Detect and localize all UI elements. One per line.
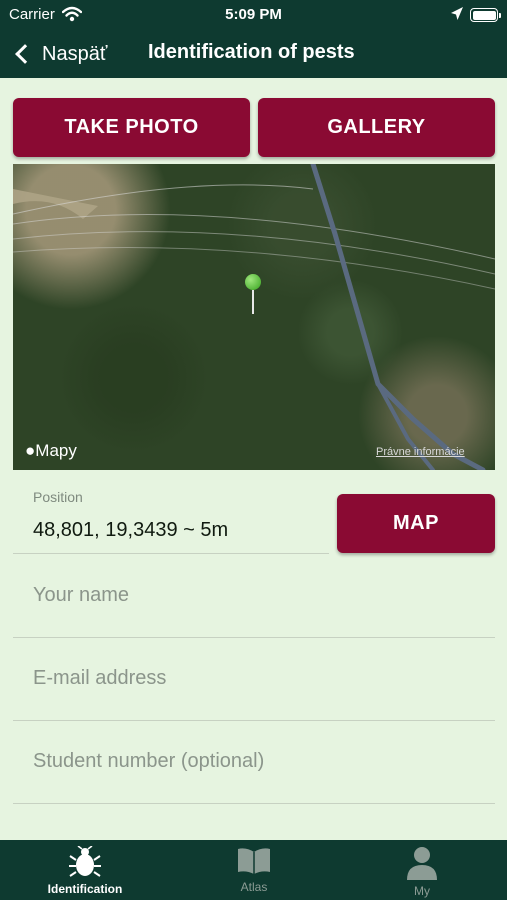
- apple-logo-icon: ●: [25, 441, 36, 460]
- location-arrow-icon: [451, 7, 463, 20]
- maps-logo-text: Mapy: [35, 441, 77, 460]
- tab-identification-label: Identification: [47, 882, 123, 896]
- back-label: Naspäť: [42, 42, 108, 65]
- book-icon: [238, 848, 270, 874]
- map-overlay: [13, 164, 495, 470]
- chevron-left-icon: [15, 44, 35, 64]
- take-photo-button[interactable]: TAKE PHOTO: [13, 98, 250, 157]
- email-field: [13, 637, 495, 721]
- status-time: 5:09 PM: [225, 6, 282, 23]
- maps-logo: ●Mapy: [25, 441, 77, 461]
- tab-atlas[interactable]: Atlas: [218, 840, 290, 900]
- student-number-field: [13, 720, 495, 804]
- back-button[interactable]: Naspäť: [12, 38, 107, 70]
- status-bar: Carrier 5:09 PM: [0, 0, 507, 30]
- name-field: [13, 554, 495, 638]
- beetle-icon: [69, 846, 101, 877]
- user-icon: [407, 847, 437, 880]
- name-input[interactable]: [33, 580, 473, 610]
- map-button[interactable]: MAP: [337, 494, 495, 553]
- position-value: 48,801, 19,3439 ~ 5m: [33, 519, 229, 541]
- position-field: Position 48,801, 19,3439 ~ 5m: [13, 486, 329, 554]
- page-title: Identification of pests: [148, 41, 355, 63]
- nav-bar: Naspäť Identification of pests: [0, 30, 507, 78]
- student-number-input[interactable]: [33, 746, 473, 776]
- tab-my-label: My: [414, 884, 430, 898]
- position-label: Position: [33, 489, 83, 505]
- legal-link[interactable]: Právne informácie: [376, 446, 465, 458]
- battery-icon: [470, 8, 501, 22]
- location-pin-icon: [245, 274, 263, 314]
- email-input[interactable]: [33, 663, 473, 693]
- tab-atlas-label: Atlas: [240, 880, 268, 894]
- tab-identification[interactable]: Identification: [40, 840, 130, 900]
- gallery-button[interactable]: GALLERY: [258, 98, 495, 157]
- tab-my[interactable]: My: [386, 840, 458, 900]
- map-view[interactable]: ●Mapy Právne informácie: [13, 164, 495, 470]
- tab-bar: Identification Atlas My: [0, 840, 507, 900]
